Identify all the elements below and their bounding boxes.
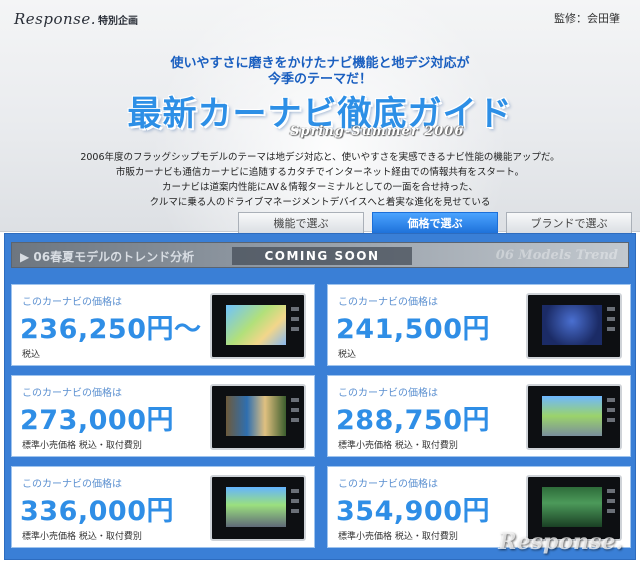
bezel-button bbox=[607, 317, 615, 321]
price-note: 税込 bbox=[22, 350, 41, 360]
catchphrase-line-2: 今季のテーマだ！ bbox=[267, 72, 372, 87]
tab-by-brand[interactable]: ブランドで選ぶ bbox=[506, 212, 632, 234]
nav-screen-photo bbox=[226, 396, 286, 436]
nav-screen-map bbox=[226, 305, 286, 345]
car-navigation-image[interactable] bbox=[526, 384, 622, 450]
season-subtitle: Spring-Summer 2006 bbox=[290, 124, 465, 139]
bezel-button bbox=[291, 499, 299, 503]
price-lead: このカーナビの価格は bbox=[338, 297, 438, 308]
bezel-button bbox=[291, 408, 299, 412]
price-value: 354,900円 bbox=[336, 496, 490, 527]
price-note: 標準小売価格 税込・取付費別 bbox=[338, 532, 458, 542]
price-lead: このカーナビの価格は bbox=[338, 479, 438, 490]
bezel-button bbox=[607, 307, 615, 311]
coming-soon-badge: COMING SOON bbox=[232, 247, 412, 265]
selection-tabs: 機能で選ぶ 価格で選ぶ ブランドで選ぶ bbox=[0, 212, 640, 234]
price-lead: このカーナビの価格は bbox=[22, 297, 122, 308]
bezel-button bbox=[291, 317, 299, 321]
bezel-button bbox=[607, 418, 615, 422]
page-header: Response. 特別企画 監修：会田肇 使いやすさに磨きをかけたナビ機能と地… bbox=[0, 0, 640, 232]
trend-title: ▶ 06春夏モデルのトレンド分析 bbox=[20, 250, 195, 264]
supervisor-credit: 監修：会田肇 bbox=[554, 12, 620, 25]
intro-line: カーナビは道案内性能にAV＆情報ターミナルとしての一面を合せ持った、 bbox=[161, 182, 479, 193]
bezel-button bbox=[291, 418, 299, 422]
intro-line: 2006年度のフラッグシップモデルのテーマは地デジ対応と、使いやすさを実感できる… bbox=[80, 152, 560, 163]
price-value: 336,000円 bbox=[20, 496, 174, 527]
bezel-button bbox=[607, 398, 615, 402]
bezel-button bbox=[291, 307, 299, 311]
bezel-button bbox=[607, 327, 615, 331]
car-navigation-image[interactable] bbox=[210, 475, 306, 541]
car-navigation-image[interactable] bbox=[210, 293, 306, 359]
intro-description: 2006年度のフラッグシップモデルのテーマは地デジ対応と、使いやすさを実感できる… bbox=[0, 150, 640, 210]
car-navigation-image[interactable] bbox=[526, 293, 622, 359]
trend-watermark-text: 06 Models Trend bbox=[495, 248, 618, 263]
price-lead: このカーナビの価格は bbox=[22, 479, 122, 490]
price-lead: このカーナビの価格は bbox=[338, 388, 438, 399]
bezel-button bbox=[291, 327, 299, 331]
price-card[interactable]: このカーナビの価格は 336,000円 標準小売価格 税込・取付費別 bbox=[11, 466, 315, 548]
trend-banner[interactable]: ▶ 06春夏モデルのトレンド分析 06 Models Trend COMING … bbox=[11, 242, 629, 268]
price-note: 標準小売価格 税込・取付費別 bbox=[22, 441, 142, 451]
logo-subtitle: 特別企画 bbox=[98, 16, 139, 27]
price-value: 288,750円 bbox=[336, 405, 490, 436]
bezel-button bbox=[291, 509, 299, 513]
nav-screen-menu bbox=[542, 487, 602, 527]
price-value: 273,000円 bbox=[20, 405, 174, 436]
car-navigation-image[interactable] bbox=[210, 384, 306, 450]
price-lead: このカーナビの価格は bbox=[22, 388, 122, 399]
price-card[interactable]: このカーナビの価格は 236,250円〜 税込 bbox=[11, 284, 315, 366]
price-note: 標準小売価格 税込・取付費別 bbox=[22, 532, 142, 542]
bezel-button bbox=[607, 509, 615, 513]
bezel-button bbox=[607, 499, 615, 503]
price-card[interactable]: このカーナビの価格は 273,000円 標準小売価格 税込・取付費別 bbox=[11, 375, 315, 457]
bezel-button bbox=[607, 408, 615, 412]
response-logo[interactable]: Response. 特別企画 bbox=[14, 10, 138, 28]
price-panel: ▶ 06春夏モデルのトレンド分析 06 Models Trend COMING … bbox=[4, 233, 636, 560]
nav-screen-brand-logo bbox=[542, 305, 602, 345]
price-value: 241,500円 bbox=[336, 314, 490, 345]
intro-line: クルマに乗る人のドライブマネージメントデバイスへと着実な進化を見せている bbox=[149, 197, 491, 208]
price-card[interactable]: このカーナビの価格は 288,750円 標準小売価格 税込・取付費別 bbox=[327, 375, 631, 457]
bezel-button bbox=[291, 489, 299, 493]
bezel-button bbox=[291, 398, 299, 402]
price-note: 税込 bbox=[338, 350, 357, 360]
intro-line: 市販カーナビも通信カーナビに追随するカタチでインターネット経由での情報共有をスタ… bbox=[115, 167, 525, 178]
bezel-button bbox=[607, 489, 615, 493]
trend-label: 06春夏モデルのトレンド分析 bbox=[33, 250, 195, 264]
nav-screen-3d-map bbox=[542, 396, 602, 436]
response-watermark: Response. bbox=[498, 529, 623, 555]
price-card[interactable]: このカーナビの価格は 241,500円 税込 bbox=[327, 284, 631, 366]
logo-wordmark: Response. bbox=[14, 10, 97, 28]
price-value: 236,250円〜 bbox=[20, 314, 202, 345]
price-note: 標準小売価格 税込・取付費別 bbox=[338, 441, 458, 451]
tab-by-function[interactable]: 機能で選ぶ bbox=[238, 212, 364, 234]
tab-by-price[interactable]: 価格で選ぶ bbox=[372, 212, 498, 234]
nav-screen-road bbox=[226, 487, 286, 527]
